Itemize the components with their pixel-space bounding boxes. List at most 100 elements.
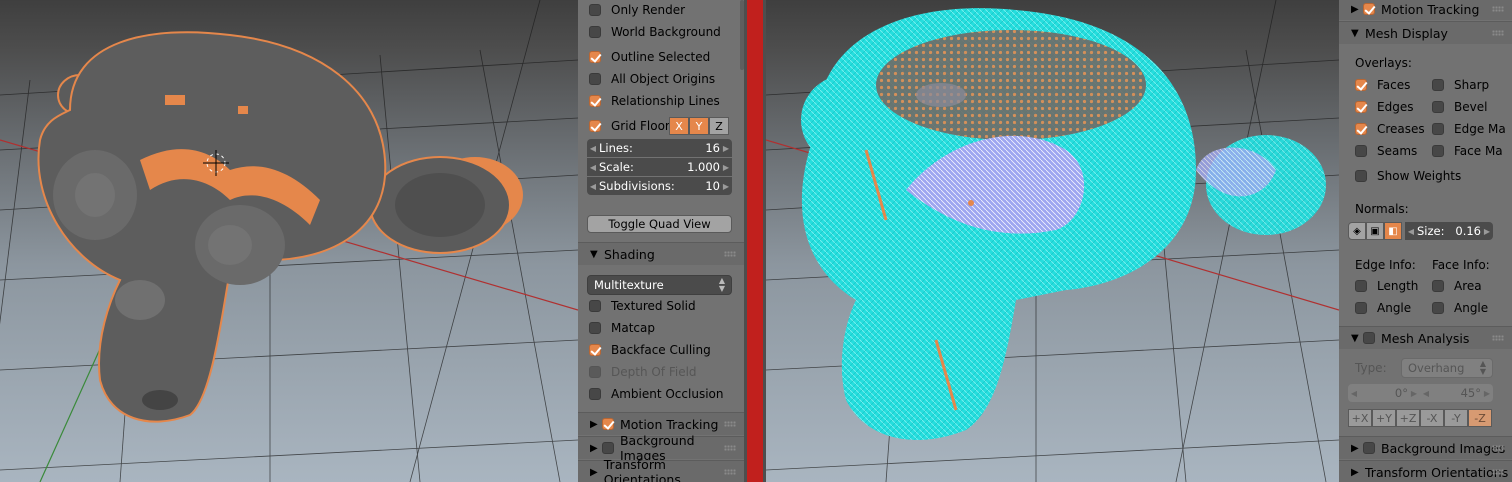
drag-grip-icon[interactable] xyxy=(1492,6,1504,12)
transform-orientations-panel-header[interactable]: ▶ Transform Orientations xyxy=(578,457,744,482)
left-3d-viewport[interactable] xyxy=(0,0,578,482)
option-textured-solid[interactable]: Textured Solid xyxy=(589,296,696,316)
checkbox-icon[interactable] xyxy=(589,26,601,38)
grid-scale-field[interactable]: ◀ Scale: 1.000 ▶ xyxy=(587,158,732,176)
checkbox-checked-icon[interactable] xyxy=(589,344,601,356)
option-outline-selected[interactable]: Outline Selected xyxy=(589,47,710,67)
option-relationship-lines[interactable]: Relationship Lines xyxy=(589,91,720,111)
option-grid-floor[interactable]: Grid Floor xyxy=(589,116,670,136)
grid-axis-z-toggle[interactable]: Z xyxy=(709,117,729,135)
overlay-edges[interactable]: Edges xyxy=(1355,97,1413,117)
panel-title: Transform Orientations xyxy=(1365,464,1509,480)
decrement-arrow-icon[interactable]: ◀ xyxy=(587,182,599,191)
checkbox-checked-icon[interactable] xyxy=(1355,101,1367,113)
normals-size-field[interactable]: ◀ Size: 0.16 ▶ xyxy=(1405,222,1493,240)
checkbox-icon[interactable] xyxy=(1432,302,1444,314)
overlay-seams[interactable]: Seams xyxy=(1355,141,1417,161)
overlay-show-weights[interactable]: Show Weights xyxy=(1355,166,1461,186)
background-images-panel-header[interactable]: ▶ Background Images xyxy=(578,433,744,463)
overlay-bevel[interactable]: Bevel xyxy=(1432,97,1487,117)
checkbox-icon[interactable] xyxy=(589,73,601,85)
checkbox-checked-icon[interactable] xyxy=(602,418,614,430)
area-divider[interactable] xyxy=(744,0,766,482)
expanded-triangle-icon: ▼ xyxy=(590,248,598,260)
mesh-analysis-panel-header[interactable]: ▼ Mesh Analysis xyxy=(1339,326,1512,349)
overlay-faces[interactable]: Faces xyxy=(1355,75,1410,95)
right-3d-viewport[interactable] xyxy=(766,0,1339,482)
edge-info-angle[interactable]: Angle xyxy=(1355,298,1411,318)
drag-grip-icon[interactable] xyxy=(724,445,736,451)
up-down-arrows-icon: ▲ ▼ xyxy=(1479,359,1486,376)
overlay-sharp[interactable]: Sharp xyxy=(1432,75,1489,95)
axis-minus-x-toggle: -X xyxy=(1420,409,1444,427)
checkbox-icon[interactable] xyxy=(1363,332,1375,344)
checkbox-checked-icon[interactable] xyxy=(589,95,601,107)
checkbox-icon[interactable] xyxy=(589,322,601,334)
face-info-area[interactable]: Area xyxy=(1432,276,1482,296)
option-ambient-occlusion[interactable]: Ambient Occlusion xyxy=(589,384,723,404)
checkbox-checked-icon[interactable] xyxy=(589,120,601,132)
transform-orientations-panel-header[interactable]: ▶ Transform Orientations xyxy=(1339,460,1512,482)
background-images-panel-header[interactable]: ▶ Background Images xyxy=(1339,436,1512,459)
checkbox-icon[interactable] xyxy=(1355,280,1367,292)
drag-grip-icon[interactable] xyxy=(724,421,736,427)
grid-axis-x-toggle[interactable]: X xyxy=(669,117,689,135)
shading-panel-header[interactable]: ▼ Shading xyxy=(578,242,744,265)
panel-title: Mesh Display xyxy=(1365,25,1448,41)
grid-axis-y-toggle[interactable]: Y xyxy=(689,117,709,135)
overlay-edge-marks[interactable]: Edge Ma xyxy=(1432,119,1506,139)
checkbox-icon[interactable] xyxy=(1432,123,1444,135)
checkbox-checked-icon[interactable] xyxy=(1355,123,1367,135)
monkey-head-mesh[interactable] xyxy=(37,31,523,423)
checkbox-icon[interactable] xyxy=(589,300,601,312)
decrement-arrow-icon[interactable]: ◀ xyxy=(587,163,599,172)
face-info-angle[interactable]: Angle xyxy=(1432,298,1488,318)
drag-grip-icon[interactable] xyxy=(1492,469,1504,475)
motion-tracking-panel-header[interactable]: ▶ Motion Tracking xyxy=(578,412,744,435)
checkbox-icon[interactable] xyxy=(1363,442,1375,454)
option-all-object-origins[interactable]: All Object Origins xyxy=(589,69,715,89)
option-backface-culling[interactable]: Backface Culling xyxy=(589,340,711,360)
monkey-head-normals-mesh[interactable] xyxy=(801,8,1326,440)
edge-info-length[interactable]: Length xyxy=(1355,276,1418,296)
split-normals-icon[interactable]: ▣ xyxy=(1366,222,1384,240)
overlay-face-marks[interactable]: Face Ma xyxy=(1432,141,1503,161)
checkbox-checked-icon[interactable] xyxy=(589,51,601,63)
shading-mode-dropdown[interactable]: Multitexture ▲ ▼ xyxy=(587,275,732,295)
checkbox-icon[interactable] xyxy=(601,442,614,454)
decrement-arrow-icon[interactable]: ◀ xyxy=(587,144,599,153)
checkbox-icon[interactable] xyxy=(1355,145,1367,157)
increment-arrow-icon[interactable]: ▶ xyxy=(720,182,732,191)
grid-lines-field[interactable]: ◀ Lines: 16 ▶ xyxy=(587,139,732,157)
option-world-background[interactable]: World Background xyxy=(589,22,721,42)
checkbox-icon[interactable] xyxy=(1432,79,1444,91)
grid-subdivisions-field[interactable]: ◀ Subdivisions: 10 ▶ xyxy=(587,177,732,195)
increment-arrow-icon[interactable]: ▶ xyxy=(720,163,732,172)
decrement-arrow-icon[interactable]: ◀ xyxy=(1405,227,1417,236)
motion-tracking-panel-header[interactable]: ▶ Motion Tracking xyxy=(1339,0,1512,20)
checkbox-icon[interactable] xyxy=(1432,101,1444,113)
option-only-render[interactable]: Only Render xyxy=(589,0,685,20)
drag-grip-icon[interactable] xyxy=(1492,445,1504,451)
increment-arrow-icon[interactable]: ▶ xyxy=(1481,227,1493,236)
mesh-display-panel-header[interactable]: ▼ Mesh Display xyxy=(1339,21,1512,44)
drag-grip-icon[interactable] xyxy=(724,251,736,257)
checkbox-icon[interactable] xyxy=(1432,280,1444,292)
checkbox-icon[interactable] xyxy=(1432,145,1444,157)
increment-arrow-icon[interactable]: ▶ xyxy=(720,144,732,153)
toggle-quad-view-button[interactable]: Toggle Quad View xyxy=(587,215,732,233)
vertex-normals-icon[interactable]: ◈ xyxy=(1348,222,1366,240)
overlay-creases[interactable]: Creases xyxy=(1355,119,1425,139)
checkbox-checked-icon[interactable] xyxy=(1355,79,1367,91)
checkbox-icon[interactable] xyxy=(1355,302,1367,314)
face-normals-icon[interactable]: ◧ xyxy=(1384,222,1402,240)
checkbox-icon[interactable] xyxy=(589,4,601,16)
drag-grip-icon[interactable] xyxy=(724,469,736,475)
collapsed-triangle-icon: ▶ xyxy=(1351,3,1359,15)
checkbox-icon[interactable] xyxy=(589,388,601,400)
drag-grip-icon[interactable] xyxy=(1492,335,1504,341)
option-matcap[interactable]: Matcap xyxy=(589,318,655,338)
checkbox-checked-icon[interactable] xyxy=(1363,3,1375,15)
drag-grip-icon[interactable] xyxy=(1492,30,1504,36)
checkbox-icon[interactable] xyxy=(1355,170,1367,182)
